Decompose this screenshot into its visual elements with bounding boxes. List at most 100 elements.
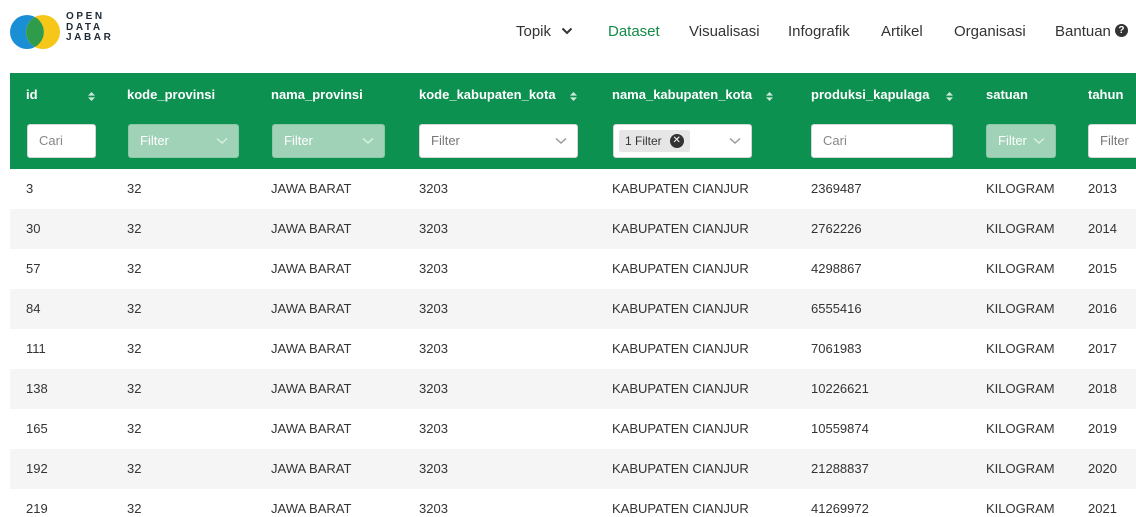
filter-placeholder: Cari	[39, 133, 63, 148]
nav-infografik[interactable]: Infografik	[788, 20, 850, 44]
nav-artikel[interactable]: Artikel	[881, 20, 923, 44]
filter-nama-provinsi: Filter	[272, 124, 385, 158]
cell-kode-provinsi: 32	[127, 181, 142, 196]
filter-nama-kabupaten-kota[interactable]: 1 Filter ✕	[613, 124, 752, 158]
cell-kode-kabupaten-kota: 3203	[419, 501, 448, 516]
cell-produksi-kapulaga: 6555416	[811, 301, 862, 316]
table-row[interactable]: 3 32 JAWA BARAT 3203 KABUPATEN CIANJUR 236948…	[10, 169, 1136, 209]
cell-nama-kabupaten-kota: KABUPATEN CIANJUR	[612, 261, 749, 276]
table-row[interactable]: 138 32 JAWA BARAT 3203 KABUPATEN CIANJUR 1022…	[10, 369, 1136, 409]
cell-satuan: KILOGRAM	[986, 461, 1055, 476]
cell-nama-provinsi: JAWA BARAT	[271, 461, 352, 476]
cell-produksi-kapulaga: 21288837	[811, 461, 869, 476]
column-header-kode-provinsi: kode_provinsi	[127, 87, 216, 102]
cell-nama-kabupaten-kota: KABUPATEN CIANJUR	[612, 341, 749, 356]
cell-tahun: 2014	[1088, 221, 1117, 236]
active-filter-tag: 1 Filter ✕	[619, 130, 690, 152]
cell-satuan: KILOGRAM	[986, 181, 1055, 196]
cell-satuan: KILOGRAM	[986, 421, 1055, 436]
table-row[interactable]: 165 32 JAWA BARAT 3203 KABUPATEN CIANJUR 1055…	[10, 409, 1136, 449]
cell-satuan: KILOGRAM	[986, 221, 1055, 236]
cell-produksi-kapulaga: 4298867	[811, 261, 862, 276]
table-row[interactable]: 30 32 JAWA BARAT 3203 KABUPATEN CIANJUR 27622…	[10, 209, 1136, 249]
active-filter-label: 1 Filter	[625, 134, 662, 148]
nav-dataset[interactable]: Dataset	[608, 20, 660, 44]
nav-visualisasi[interactable]: Visualisasi	[689, 20, 760, 44]
cell-satuan: KILOGRAM	[986, 261, 1055, 276]
sort-icon[interactable]	[88, 92, 95, 101]
cell-nama-provinsi: JAWA BARAT	[271, 181, 352, 196]
cell-tahun: 2013	[1088, 181, 1117, 196]
cell-nama-provinsi: JAWA BARAT	[271, 341, 352, 356]
cell-satuan: KILOGRAM	[986, 381, 1055, 396]
column-header-kode-kabupaten-kota[interactable]: kode_kabupaten_kota	[419, 87, 556, 103]
nav-organisasi[interactable]: Organisasi	[954, 20, 1026, 44]
cell-kode-provinsi: 32	[127, 461, 142, 476]
cell-id: 219	[26, 501, 48, 516]
sort-icon[interactable]	[946, 92, 953, 101]
cell-produksi-kapulaga: 2369487	[811, 181, 862, 196]
cell-kode-kabupaten-kota: 3203	[419, 261, 448, 276]
cell-kode-kabupaten-kota: 3203	[419, 341, 448, 356]
nav-bantuan-label: Bantuan	[1055, 23, 1111, 40]
cell-nama-provinsi: JAWA BARAT	[271, 261, 352, 276]
cell-tahun: 2017	[1088, 341, 1117, 356]
table-row[interactable]: 84 32 JAWA BARAT 3203 KABUPATEN CIANJUR 65554…	[10, 289, 1136, 329]
cell-kode-kabupaten-kota: 3203	[419, 221, 448, 236]
cell-kode-provinsi: 32	[127, 501, 142, 516]
table-row[interactable]: 57 32 JAWA BARAT 3203 KABUPATEN CIANJUR 42988…	[10, 249, 1136, 289]
cell-produksi-kapulaga: 10226621	[811, 381, 869, 396]
dataset-table: id Cari kode_provinsi Filter nama_provinsi Fi…	[10, 73, 1136, 517]
cell-nama-provinsi: JAWA BARAT	[271, 421, 352, 436]
cell-nama-kabupaten-kota: KABUPATEN CIANJUR	[612, 461, 749, 476]
cell-produksi-kapulaga: 7061983	[811, 341, 862, 356]
cell-nama-kabupaten-kota: KABUPATEN CIANJUR	[612, 221, 749, 236]
cell-kode-provinsi: 32	[127, 301, 142, 316]
filter-produksi-kapulaga[interactable]: Cari	[811, 124, 953, 158]
cell-nama-provinsi: JAWA BARAT	[271, 221, 352, 236]
chevron-down-icon	[561, 27, 573, 34]
chevron-down-icon	[216, 137, 228, 145]
cell-tahun: 2015	[1088, 261, 1117, 276]
nav-bantuan[interactable]: Bantuan?	[1055, 20, 1128, 44]
filter-kode-kabupaten-kota[interactable]: Filter	[419, 124, 578, 158]
nav-topik[interactable]: Topik	[516, 20, 573, 44]
cell-tahun: 2019	[1088, 421, 1117, 436]
cell-kode-kabupaten-kota: 3203	[419, 381, 448, 396]
table-row[interactable]: 111 32 JAWA BARAT 3203 KABUPATEN CIANJUR 7061…	[10, 329, 1136, 369]
column-header-id[interactable]: id	[26, 87, 38, 103]
cell-nama-kabupaten-kota: KABUPATEN CIANJUR	[612, 421, 749, 436]
table-row[interactable]: 192 32 JAWA BARAT 3203 KABUPATEN CIANJUR 2128…	[10, 449, 1136, 489]
column-header-nama-kabupaten-kota[interactable]: nama_kabupaten_kota	[612, 87, 752, 103]
cell-produksi-kapulaga: 41269972	[811, 501, 869, 516]
cell-nama-kabupaten-kota: KABUPATEN CIANJUR	[612, 301, 749, 316]
column-header-satuan: satuan	[986, 87, 1028, 102]
cell-kode-provinsi: 32	[127, 381, 142, 396]
cell-id: 3	[26, 181, 34, 196]
cell-kode-kabupaten-kota: 3203	[419, 421, 448, 436]
chevron-down-icon	[362, 137, 374, 145]
cell-nama-kabupaten-kota: KABUPATEN CIANJUR	[612, 381, 749, 396]
filter-placeholder: Filter	[140, 133, 169, 148]
cell-kode-provinsi: 32	[127, 421, 142, 436]
cell-id: 30	[26, 221, 41, 236]
cell-satuan: KILOGRAM	[986, 501, 1055, 516]
sort-icon[interactable]	[570, 92, 577, 101]
filter-placeholder: Filter	[431, 133, 460, 148]
cell-nama-kabupaten-kota: KABUPATEN CIANJUR	[612, 501, 749, 516]
sort-icon[interactable]	[766, 92, 773, 101]
column-header-produksi-kapulaga[interactable]: produksi_kapulaga	[811, 87, 929, 103]
cell-kode-kabupaten-kota: 3203	[419, 181, 448, 196]
cell-nama-kabupaten-kota: KABUPATEN CIANJUR	[612, 181, 749, 196]
cell-kode-kabupaten-kota: 3203	[419, 461, 448, 476]
cell-nama-provinsi: JAWA BARAT	[271, 301, 352, 316]
cell-id: 111	[26, 341, 46, 356]
table-row[interactable]: 219 32 JAWA BARAT 3203 KABUPATEN CIANJUR 4126…	[10, 489, 1136, 517]
cell-kode-provinsi: 32	[127, 221, 142, 236]
chevron-down-icon	[729, 137, 741, 145]
clear-filter-icon[interactable]: ✕	[669, 134, 684, 148]
chevron-down-icon	[555, 137, 567, 145]
filter-tahun[interactable]: Filter	[1088, 124, 1136, 158]
filter-id[interactable]: Cari	[27, 124, 96, 158]
main-nav: Topik Dataset Visualisasi Infografik Art…	[0, 20, 1136, 44]
